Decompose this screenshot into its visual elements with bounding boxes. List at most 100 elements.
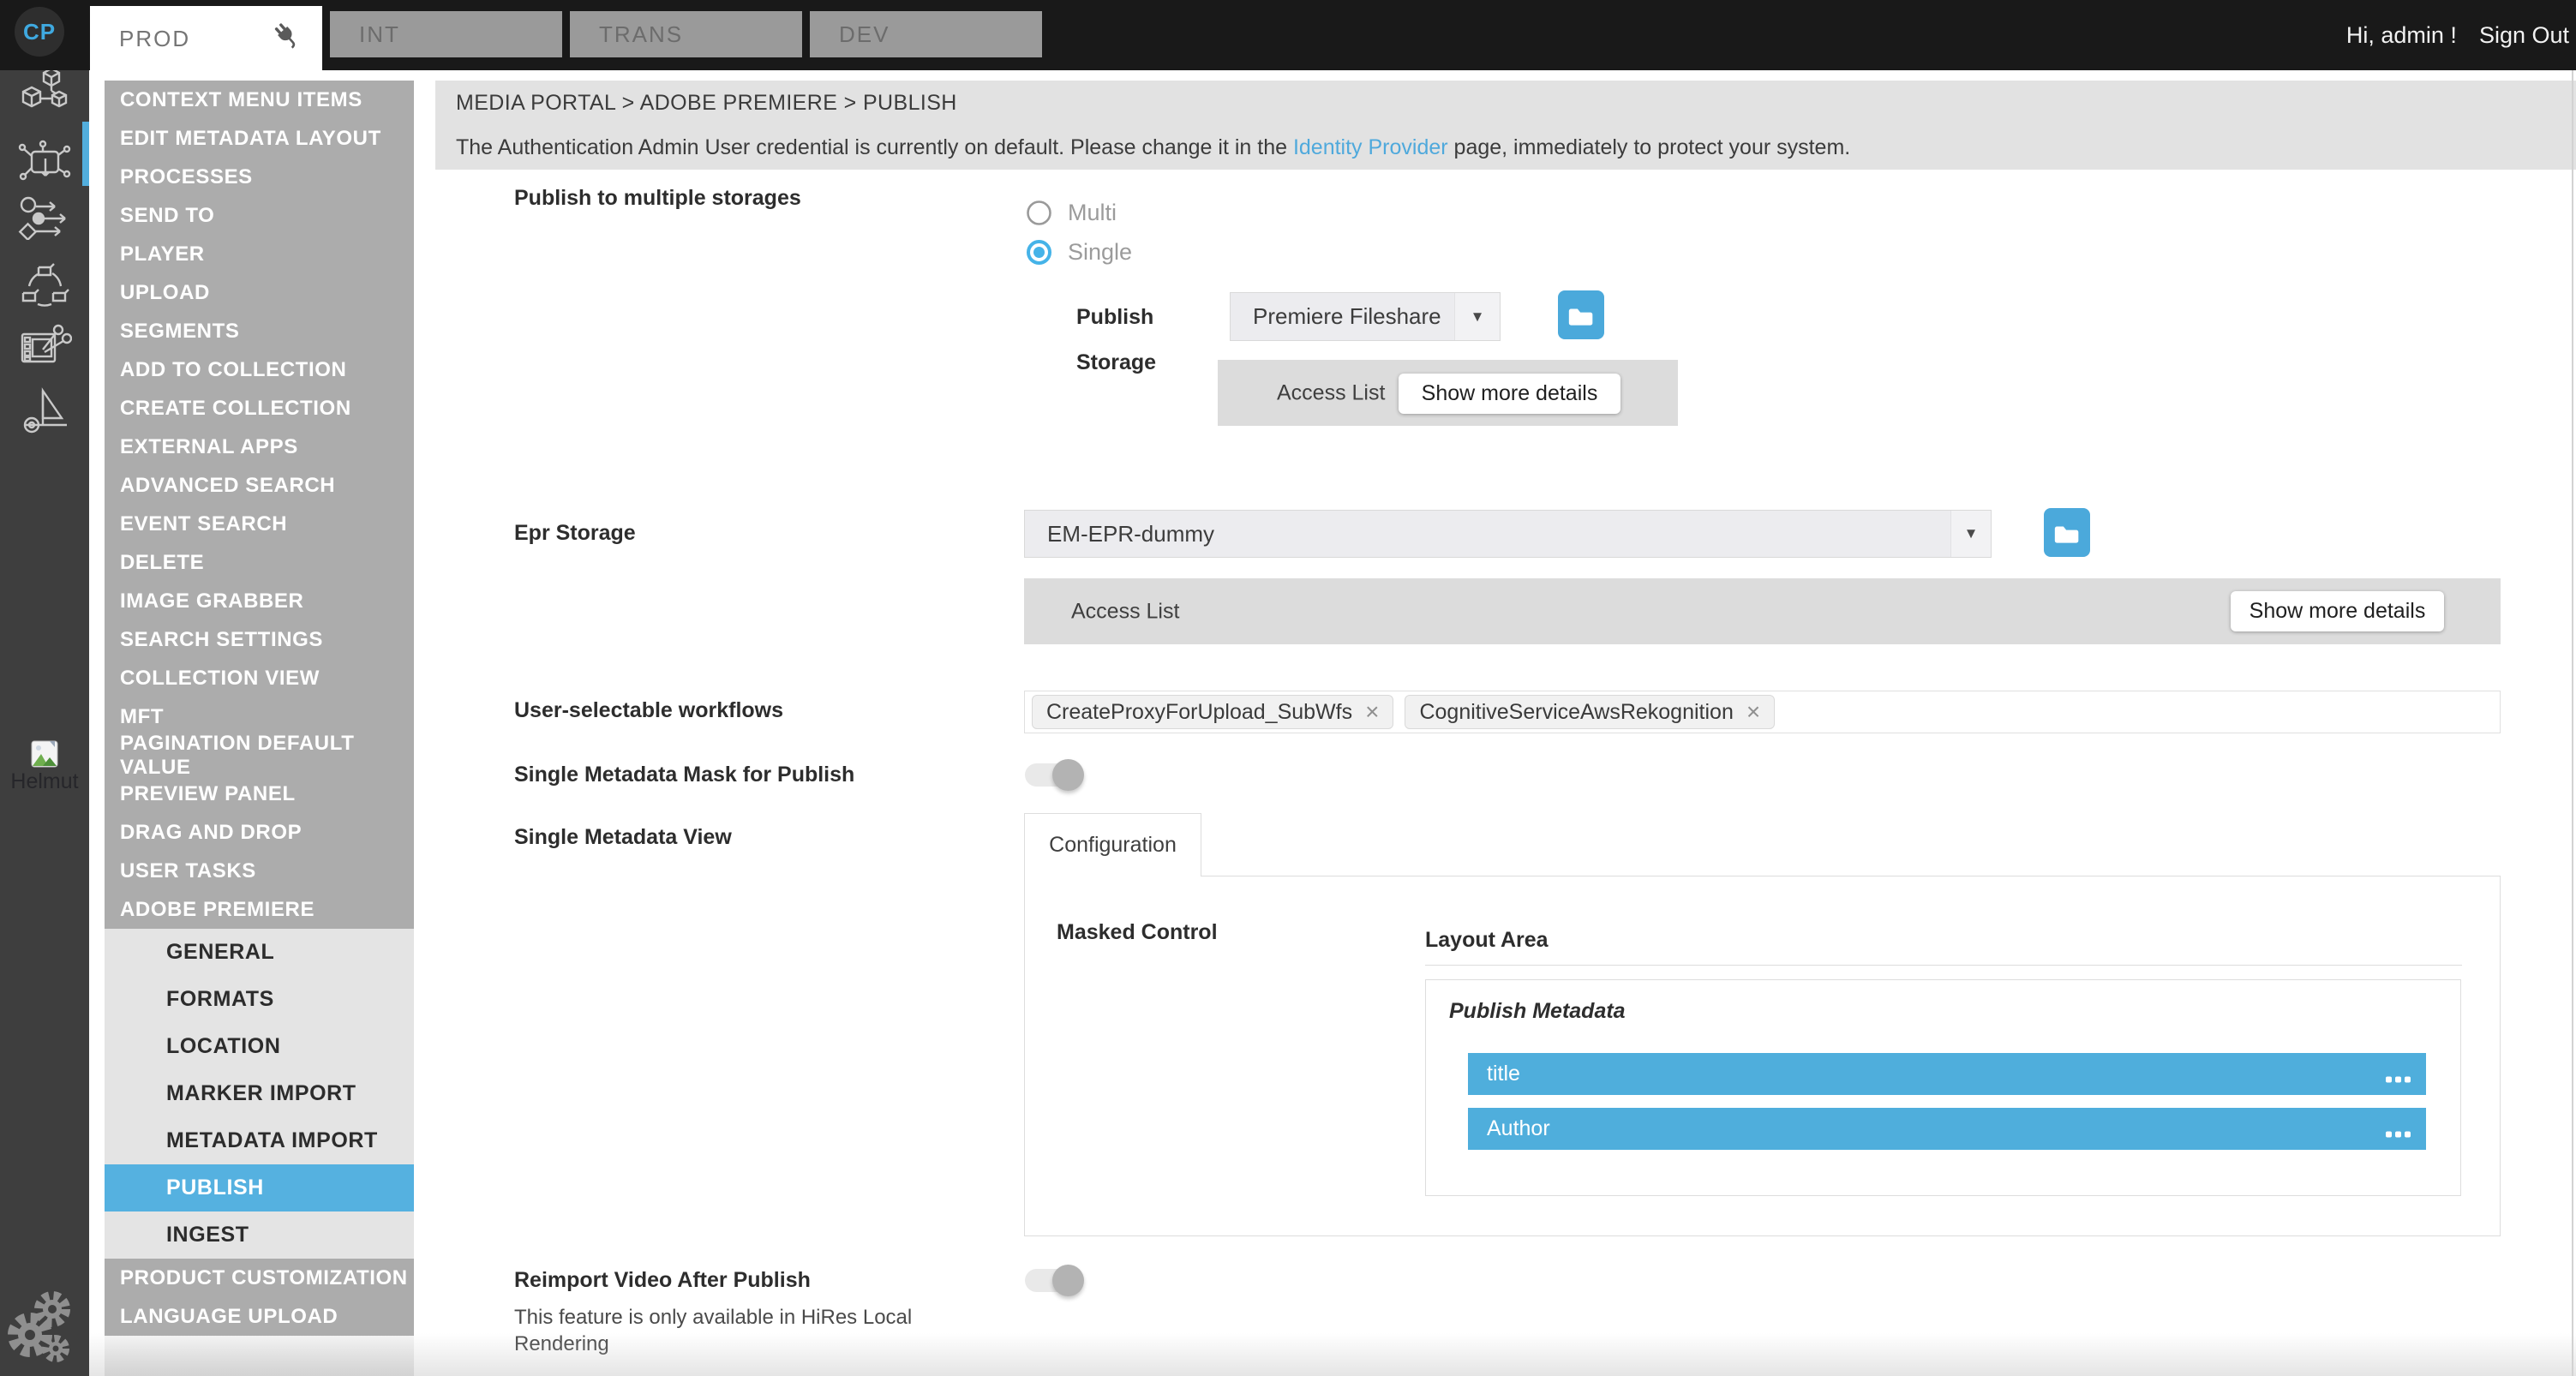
publish-storage-label: Publish Storage <box>1076 295 1222 386</box>
sidebar-subitem-location[interactable]: LOCATION <box>105 1023 414 1070</box>
sidebar-item-language-upload[interactable]: LANGUAGE UPLOAD <box>105 1297 414 1336</box>
tab-label: DEV <box>839 21 890 48</box>
touch-config-icon[interactable] <box>0 139 89 188</box>
user-greeting: Hi, admin ! <box>2346 22 2457 49</box>
sidebar-subitem-publish[interactable]: PUBLISH <box>105 1164 414 1211</box>
sidebar-item-send-to[interactable]: SEND TO <box>105 196 414 235</box>
ellipsis-icon[interactable] <box>2382 1119 2411 1144</box>
sidebar-item-drag-and-drop[interactable]: DRAG AND DROP <box>105 813 414 852</box>
radio-multi[interactable]: Multi <box>1026 200 1117 226</box>
reimport-video-label: Reimport Video After Publish <box>514 1268 811 1293</box>
identity-provider-link[interactable]: Identity Provider <box>1293 135 1448 159</box>
distributed-icon[interactable] <box>0 260 89 307</box>
tab-configuration[interactable]: Configuration <box>1024 813 1201 876</box>
workflow-chips-field[interactable]: CreateProxyForUpload_SubWfs × CognitiveS… <box>1024 691 2501 733</box>
publish-multiple-storages-label: Publish to multiple storages <box>514 186 801 211</box>
helmut-image-icon[interactable] <box>0 740 89 768</box>
breadcrumb: MEDIA PORTAL > ADOBE PREMIERE > PUBLISH <box>456 91 957 116</box>
sign-out-link[interactable]: Sign Out <box>2479 22 2569 49</box>
sidebar-item-search-settings[interactable]: SEARCH SETTINGS <box>105 620 414 659</box>
remove-chip-icon[interactable]: × <box>1746 700 1760 724</box>
credential-warning: The Authentication Admin User credential… <box>456 135 1850 160</box>
toggle-knob <box>1052 1265 1084 1296</box>
publish-storage-show-more-button[interactable]: Show more details <box>1399 374 1620 414</box>
sidebar-subitem-metadata-import[interactable]: METADATA IMPORT <box>105 1117 414 1164</box>
access-list-label: Access List <box>1277 380 1385 405</box>
tab-label: TRANS <box>599 21 683 48</box>
publish-metadata-box: Publish Metadata title Author <box>1425 979 2461 1196</box>
reimport-note: This feature is only available in HiRes … <box>514 1304 956 1357</box>
sidebar-subitem-ingest[interactable]: INGEST <box>105 1211 414 1259</box>
sidebar-item-collection-view[interactable]: COLLECTION VIEW <box>105 659 414 697</box>
epr-storage-dropdown[interactable]: EM-EPR-dummy ▼ <box>1024 510 1992 558</box>
player-flag-icon[interactable] <box>0 386 89 434</box>
sidebar-item-processes[interactable]: PROCESSES <box>105 158 414 196</box>
tab-dev[interactable]: DEV <box>810 11 1042 57</box>
film-scissors-icon[interactable] <box>0 322 89 368</box>
sidebar-subitem-formats[interactable]: FORMATS <box>105 976 414 1023</box>
sidebar-subitem-marker-import[interactable]: MARKER IMPORT <box>105 1070 414 1117</box>
sidebar-item-user-tasks[interactable]: USER TASKS <box>105 852 414 890</box>
tab-int[interactable]: INT <box>330 11 562 57</box>
radio-single[interactable]: Single <box>1026 239 1132 266</box>
ellipsis-icon[interactable] <box>2382 1064 2411 1089</box>
sidebar-item-segments[interactable]: SEGMENTS <box>105 312 414 350</box>
folder-icon <box>1568 304 1594 326</box>
sidebar-item-external-apps[interactable]: EXTERNAL APPS <box>105 428 414 466</box>
folder-icon <box>2054 522 2080 544</box>
layout-area-divider <box>1425 965 2462 966</box>
workflow-icon[interactable] <box>0 195 89 240</box>
sidebar-next-item-partial <box>105 1336 414 1376</box>
publish-metadata-title: Publish Metadata <box>1449 999 1626 1024</box>
sidebar-item-add-to-collection[interactable]: ADD TO COLLECTION <box>105 350 414 389</box>
sidebar-item-image-grabber[interactable]: IMAGE GRABBER <box>105 582 414 620</box>
sidebar-item-player[interactable]: PLAYER <box>105 235 414 273</box>
gears-icon[interactable] <box>0 1287 89 1362</box>
sidebar-item-create-collection[interactable]: CREATE COLLECTION <box>105 389 414 428</box>
remove-chip-icon[interactable]: × <box>1365 700 1379 724</box>
environment-tabs: PROD INT <box>90 0 1042 70</box>
bottom-fade <box>89 1333 2576 1376</box>
app-logo[interactable]: CP <box>15 7 64 57</box>
chevron-down-icon: ▼ <box>1454 293 1500 340</box>
sidebar-item-mft[interactable]: MFT <box>105 697 414 736</box>
sidebar-item-advanced-search[interactable]: ADVANCED SEARCH <box>105 466 414 505</box>
sidebar-item-pagination-default-value[interactable]: PAGINATION DEFAULT VALUE <box>105 736 414 775</box>
sidebar-item-context-menu-items[interactable]: CONTEXT MENU ITEMS <box>105 81 414 119</box>
rail-active-indicator <box>82 122 89 186</box>
tab-trans[interactable]: TRANS <box>570 11 802 57</box>
sidebar-item-edit-metadata-layout[interactable]: EDIT METADATA LAYOUT <box>105 119 414 158</box>
radio-single-icon <box>1026 239 1052 266</box>
sidebar-subitem-general[interactable]: GENERAL <box>105 929 414 976</box>
sidebar-item-upload[interactable]: UPLOAD <box>105 273 414 312</box>
icon-rail: Helmut <box>0 0 89 1376</box>
tab-prod[interactable]: PROD <box>90 6 322 71</box>
single-metadata-mask-toggle[interactable] <box>1025 763 1079 787</box>
top-bar: CP PROD INT <box>0 0 2576 70</box>
publish-storage-dropdown[interactable]: Premiere Fileshare ▼ <box>1230 292 1501 341</box>
metadata-field-title[interactable]: title <box>1468 1053 2426 1095</box>
epr-storage-show-more-button[interactable]: Show more details <box>2231 591 2444 631</box>
sidebar-item-preview-panel[interactable]: PREVIEW PANEL <box>105 775 414 813</box>
toggle-knob <box>1052 759 1084 791</box>
masked-control-label: Masked Control <box>1057 920 1218 945</box>
sidebar-item-product-customization[interactable]: PRODUCT CUSTOMIZATION <box>105 1259 414 1297</box>
epr-storage-browse-button[interactable] <box>2044 508 2090 557</box>
user-selectable-workflows-label: User-selectable workflows <box>514 698 783 723</box>
epr-storage-access-bar: Access List Show more details <box>1024 578 2501 644</box>
reimport-video-toggle[interactable] <box>1025 1269 1079 1292</box>
sidebar-item-event-search[interactable]: EVENT SEARCH <box>105 505 414 543</box>
chip-createproxyforupload-subwfs: CreateProxyForUpload_SubWfs × <box>1032 695 1393 729</box>
user-box: Hi, admin ! Sign Out <box>2346 0 2569 70</box>
sidebar-menu: CONTEXT MENU ITEMSEDIT METADATA LAYOUTPR… <box>105 81 414 1376</box>
plug-icon <box>271 21 302 57</box>
page-banner: MEDIA PORTAL > ADOBE PREMIERE > PUBLISH … <box>435 81 2576 170</box>
scrollbar-track[interactable] <box>2572 70 2573 1376</box>
sidebar-item-delete[interactable]: DELETE <box>105 543 414 582</box>
publish-storage-browse-button[interactable] <box>1558 290 1604 339</box>
tab-label: INT <box>359 21 400 48</box>
metadata-field-author[interactable]: Author <box>1468 1108 2426 1150</box>
modules-icon[interactable] <box>0 65 89 111</box>
sidebar-item-adobe-premiere[interactable]: ADOBE PREMIERE <box>105 890 414 929</box>
tab-label: PROD <box>119 26 190 52</box>
